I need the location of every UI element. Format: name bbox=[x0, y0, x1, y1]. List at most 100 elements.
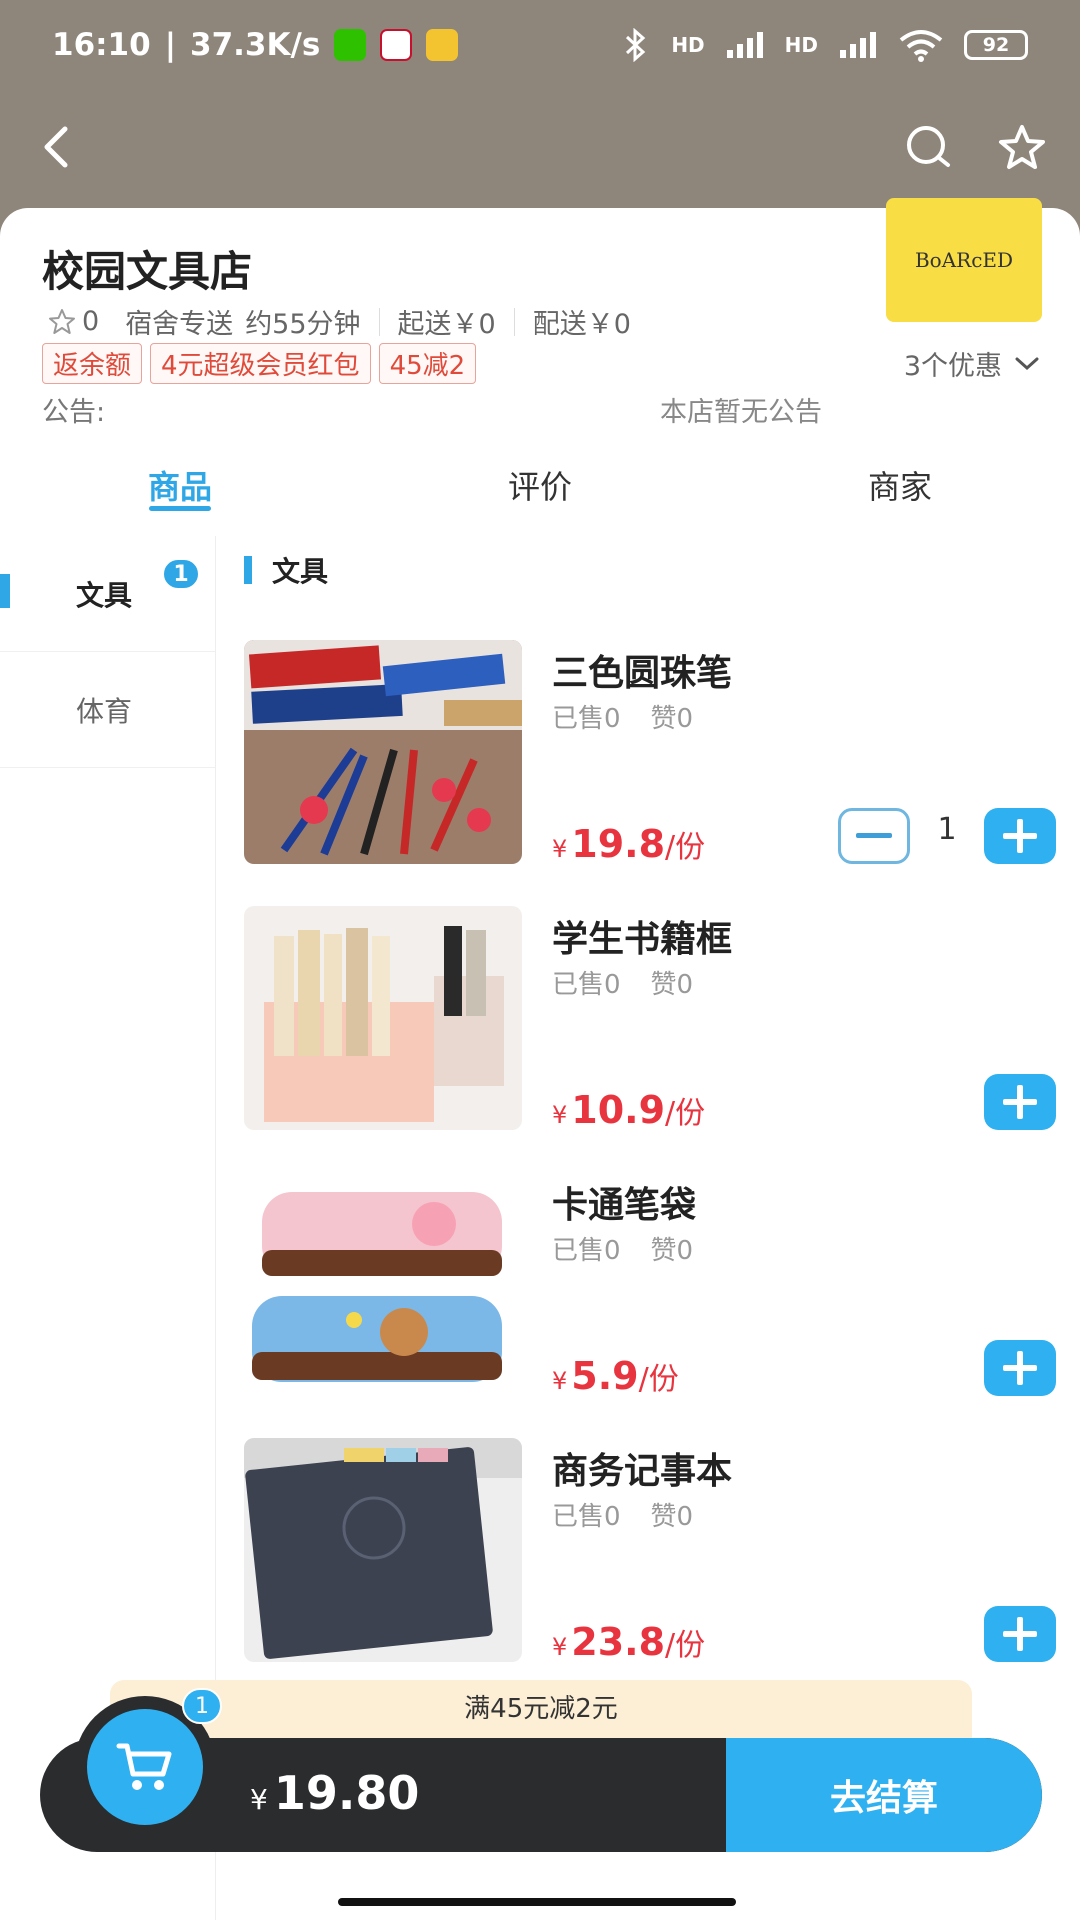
active-indicator bbox=[0, 574, 10, 608]
product-likes: 赞0 bbox=[650, 1236, 694, 1266]
search-button[interactable] bbox=[896, 115, 960, 179]
notice-label: 公告: bbox=[42, 397, 106, 428]
product-image bbox=[244, 640, 522, 864]
status-bar: 16:10 | 37.3K/s HD HD 92 bbox=[0, 0, 1080, 90]
product-sold: 已售0 bbox=[552, 1502, 621, 1532]
tab-bar: 商品 评价 商家 bbox=[0, 450, 1080, 536]
product-item[interactable]: 商务记事本 已售0 赞0 ¥ 23.8 /份 bbox=[244, 1438, 1064, 1704]
favorite-button[interactable] bbox=[990, 115, 1054, 179]
chevron-down-icon bbox=[1015, 357, 1039, 370]
product-sold: 已售0 bbox=[552, 970, 621, 1000]
product-price: ¥ 23.8 /份 bbox=[552, 1620, 705, 1664]
product-image bbox=[244, 1172, 522, 1396]
product-sold: 已售0 bbox=[552, 1236, 621, 1266]
wechat-icon bbox=[334, 29, 367, 61]
status-speed: 37.3K/s bbox=[190, 27, 321, 63]
store-min-order: 起送￥0 bbox=[397, 309, 496, 340]
price-unit: /份 bbox=[665, 1628, 706, 1663]
promo-count: 3个优惠 bbox=[903, 351, 1002, 382]
product-stats: 已售0 赞0 bbox=[552, 1230, 693, 1267]
product-sold: 已售0 bbox=[552, 704, 621, 734]
category-item-stationery[interactable]: 文具 1 bbox=[0, 536, 215, 652]
promo-tag: 4元超级会员红包 bbox=[150, 343, 371, 384]
gallery-icon bbox=[426, 29, 459, 61]
plus-icon bbox=[1003, 1351, 1037, 1385]
header bbox=[0, 90, 1080, 210]
price-currency: ¥ bbox=[552, 1633, 568, 1661]
signal-icon-2 bbox=[840, 32, 876, 58]
promo-tag: 返余额 bbox=[42, 343, 143, 384]
category-badge: 1 bbox=[162, 558, 200, 590]
checkout-label: 去结算 bbox=[829, 1778, 938, 1819]
category-label: 体育 bbox=[76, 694, 133, 728]
minus-icon bbox=[856, 833, 892, 838]
checkout-button[interactable]: 去结算 bbox=[726, 1738, 1042, 1852]
price-value: 19.8 bbox=[571, 822, 666, 866]
product-stats: 已售0 赞0 bbox=[552, 964, 693, 1001]
back-button[interactable] bbox=[24, 115, 88, 179]
product-likes: 赞0 bbox=[650, 704, 694, 734]
store-rating: 0 bbox=[82, 306, 100, 337]
add-to-cart-button[interactable] bbox=[984, 1606, 1056, 1662]
status-time: 16:10 bbox=[52, 27, 151, 63]
wifi-icon bbox=[899, 30, 943, 62]
cart-total: ¥ 19.80 bbox=[250, 1766, 419, 1820]
status-left: 16:10 | 37.3K/s bbox=[52, 27, 459, 63]
quantity-value: 1 bbox=[937, 812, 957, 847]
add-to-cart-button[interactable] bbox=[984, 1340, 1056, 1396]
search-icon bbox=[907, 126, 950, 167]
kfc-icon bbox=[380, 29, 413, 61]
price-unit: /份 bbox=[665, 1096, 706, 1131]
product-price: ¥ 10.9 /份 bbox=[552, 1088, 705, 1132]
total-value: 19.80 bbox=[273, 1766, 420, 1820]
status-divider: | bbox=[164, 27, 177, 63]
product-name: 学生书籍框 bbox=[552, 919, 733, 960]
plus-icon bbox=[1003, 1617, 1037, 1651]
product-image bbox=[244, 1438, 522, 1662]
store-delivery-fee: 配送￥0 bbox=[532, 309, 631, 340]
price-value: 10.9 bbox=[571, 1088, 666, 1132]
promo-tag: 45减2 bbox=[378, 343, 477, 384]
product-stats: 已售0 赞0 bbox=[552, 698, 693, 735]
decrease-quantity-button[interactable] bbox=[838, 808, 910, 864]
category-item-sports[interactable]: 体育 bbox=[0, 652, 215, 768]
tab-products[interactable]: 商品 bbox=[0, 450, 360, 536]
signal-label-2: HD bbox=[784, 33, 818, 57]
store-logo-text: BoARcED bbox=[914, 248, 1014, 272]
add-to-cart-button[interactable] bbox=[984, 808, 1056, 864]
price-currency: ¥ bbox=[552, 1367, 568, 1395]
add-to-cart-button[interactable] bbox=[984, 1074, 1056, 1130]
price-unit: /份 bbox=[638, 1362, 679, 1397]
star-icon bbox=[999, 125, 1045, 169]
section-mark bbox=[244, 556, 252, 584]
product-name: 卡通笔袋 bbox=[552, 1185, 697, 1226]
tab-reviews[interactable]: 评价 bbox=[360, 450, 720, 536]
battery-level: 92 bbox=[982, 34, 1010, 56]
price-unit: /份 bbox=[665, 830, 706, 865]
store-name: 校园文具店 bbox=[42, 247, 253, 296]
product-item[interactable]: 学生书籍框 已售0 赞0 ¥ 10.9 /份 bbox=[244, 906, 1064, 1172]
plus-icon bbox=[1003, 819, 1037, 853]
tab-merchant[interactable]: 商家 bbox=[720, 450, 1080, 536]
promo-expand-button[interactable]: 3个优惠 bbox=[904, 344, 1040, 383]
section-title-text: 文具 bbox=[272, 555, 329, 588]
product-stats: 已售0 赞0 bbox=[552, 1496, 693, 1533]
home-indicator[interactable] bbox=[338, 1898, 736, 1906]
product-name: 商务记事本 bbox=[552, 1451, 733, 1492]
bluetooth-icon bbox=[626, 28, 646, 62]
product-price: ¥ 5.9 /份 bbox=[552, 1354, 679, 1398]
product-list: 三色圆珠笔 已售0 赞0 ¥ 19.8 /份 1 学生书籍框 已售0 赞0 ¥ … bbox=[244, 640, 1064, 1704]
battery-indicator: 92 bbox=[964, 30, 1028, 60]
signal-icon bbox=[726, 32, 763, 58]
total-currency: ¥ bbox=[250, 1783, 268, 1816]
tab-underline bbox=[149, 506, 211, 511]
divider bbox=[378, 307, 380, 336]
plus-icon bbox=[1003, 1085, 1037, 1119]
divider bbox=[513, 307, 515, 336]
product-item[interactable]: 卡通笔袋 已售0 赞0 ¥ 5.9 /份 bbox=[244, 1172, 1064, 1438]
product-item[interactable]: 三色圆珠笔 已售0 赞0 ¥ 19.8 /份 1 bbox=[244, 640, 1064, 906]
tab-label: 评价 bbox=[507, 468, 572, 506]
cart-icon-wrap bbox=[87, 1709, 203, 1825]
shopping-cart-icon bbox=[116, 1743, 172, 1790]
notice-text: 本店暂无公告 bbox=[660, 397, 822, 428]
